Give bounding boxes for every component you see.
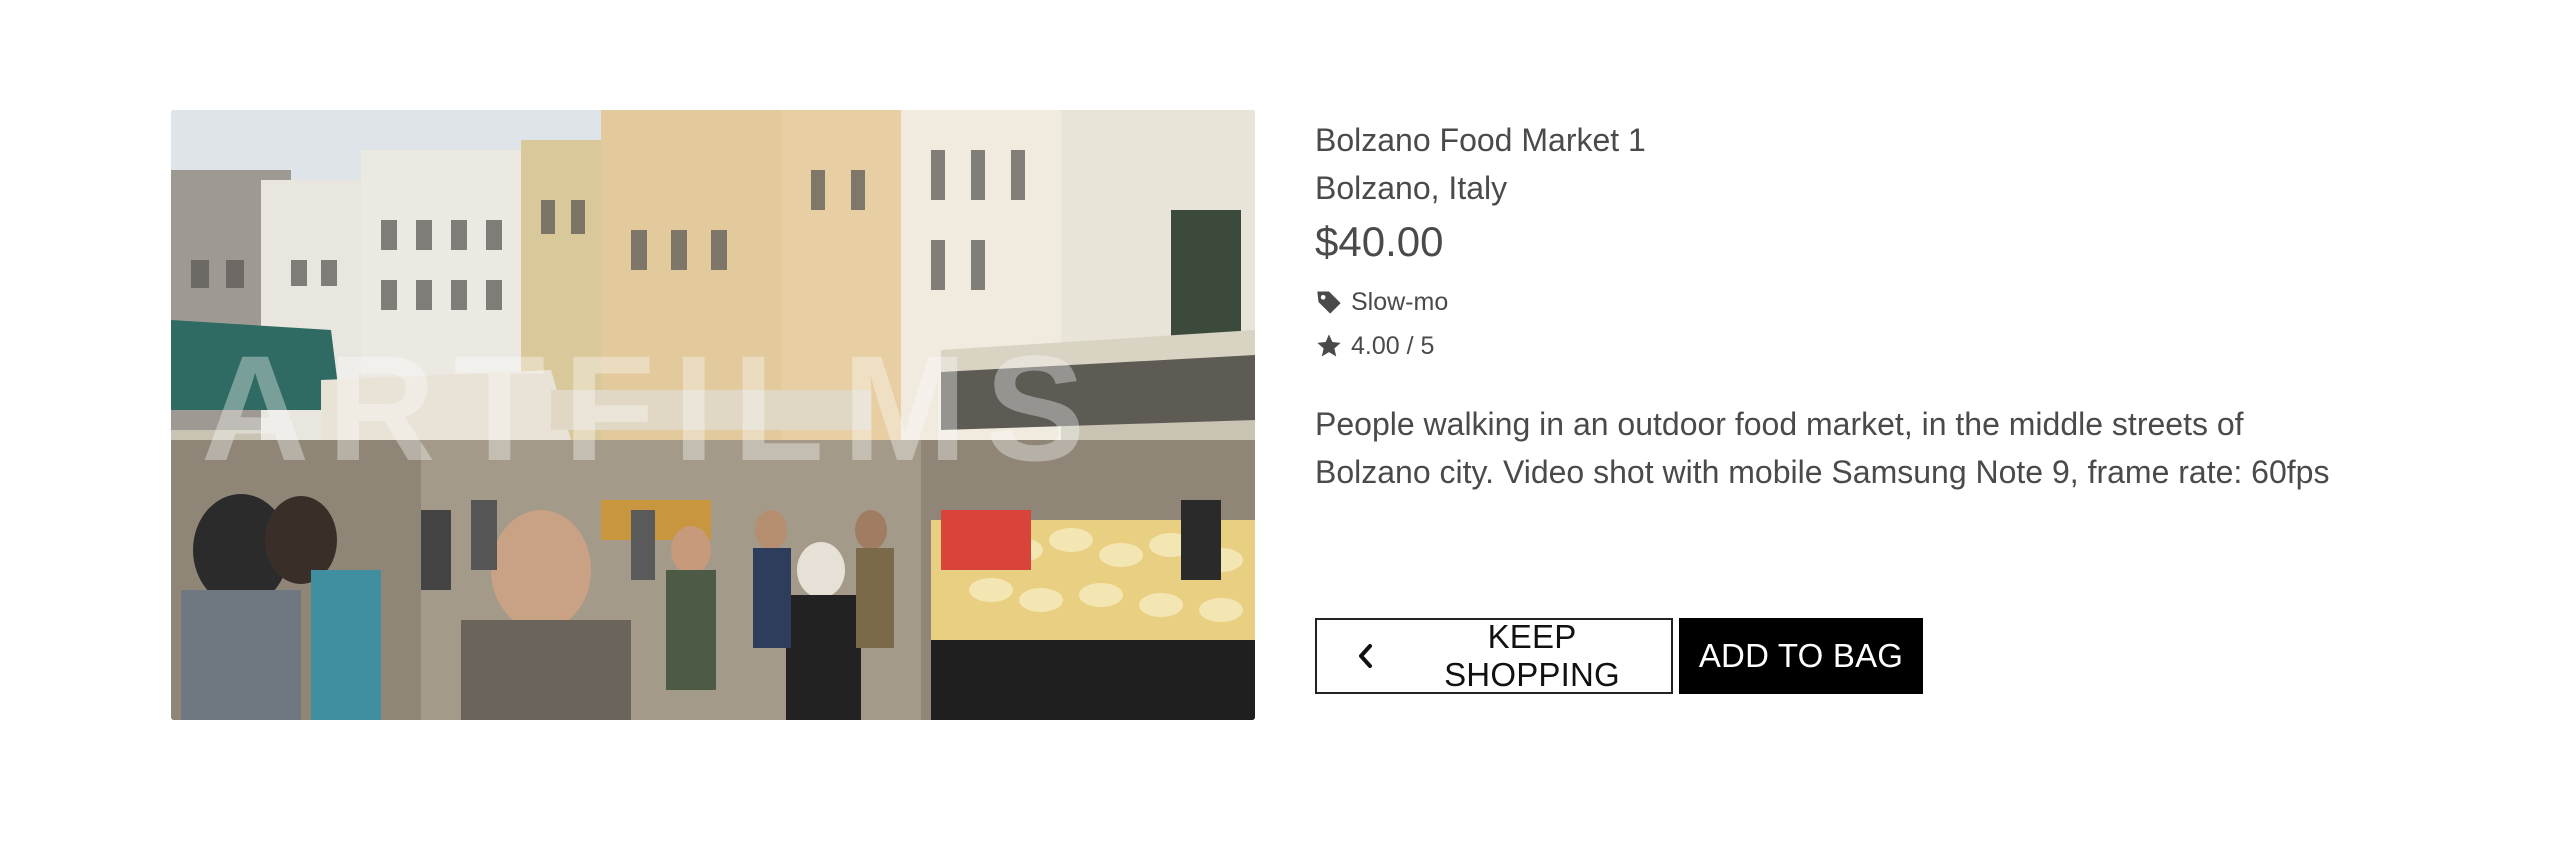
product-category: Slow-mo [1315, 280, 2355, 324]
watermark-text: ARTFILMS [201, 324, 1103, 492]
keep-shopping-button[interactable]: KEEP SHOPPING [1315, 618, 1673, 694]
product-actions: KEEP SHOPPING ADD TO BAG [1315, 618, 1923, 694]
add-to-bag-button[interactable]: ADD TO BAG [1679, 618, 1923, 694]
product-rating: 4.00 / 5 [1315, 324, 2355, 368]
product-detail: ARTFILMS Bolzano Food Market 1 Bolzano, … [171, 110, 2371, 722]
product-title: Bolzano Food Market 1 [1315, 122, 1646, 158]
star-icon [1315, 332, 1343, 360]
product-description: People walking in an outdoor food market… [1315, 406, 2330, 490]
product-video-thumbnail[interactable]: ARTFILMS [171, 110, 1255, 720]
product-price: $40.00 [1315, 218, 1444, 265]
tag-icon [1315, 288, 1343, 316]
product-location: Bolzano, Italy [1315, 170, 1508, 206]
add-to-bag-label: ADD TO BAG [1698, 637, 1904, 674]
market-scene-image: ARTFILMS [171, 110, 1255, 720]
category-label: Slow-mo [1351, 288, 1449, 316]
rating-value: 4.00 / 5 [1351, 332, 1435, 360]
product-info: Bolzano Food Market 1 Bolzano, Italy $40… [1315, 110, 2355, 496]
chevron-left-icon [1355, 642, 1377, 670]
keep-shopping-label: KEEP SHOPPING [1444, 618, 1620, 693]
